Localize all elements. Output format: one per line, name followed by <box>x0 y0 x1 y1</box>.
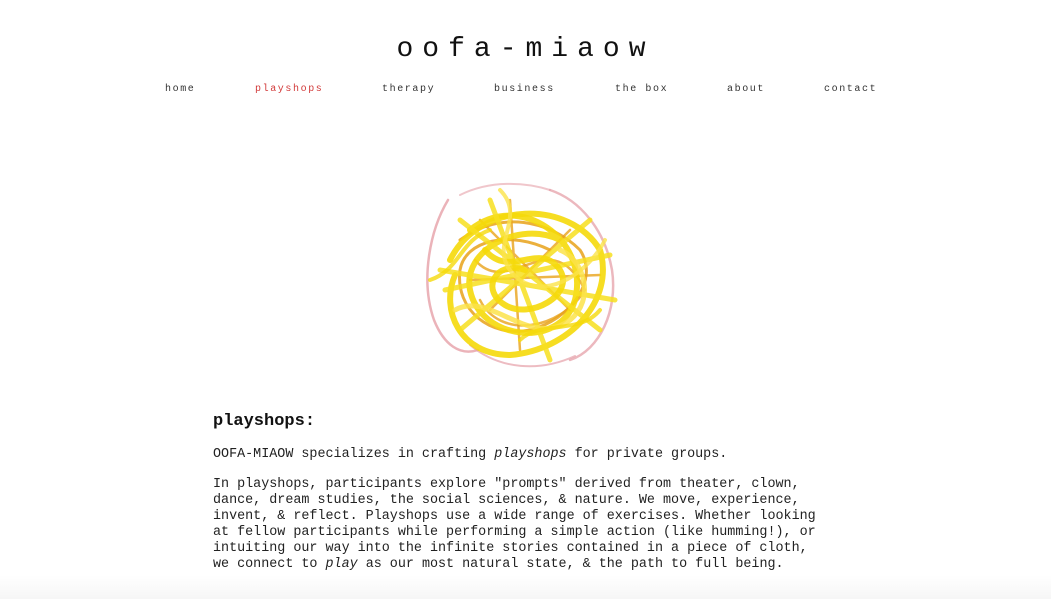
yellow-scribble-drawing-icon <box>426 182 618 368</box>
nav-playshops[interactable]: playshops <box>255 84 323 95</box>
nav-business[interactable]: business <box>494 84 555 95</box>
playshops-content: playshops: OOFA-MIAOW specializes in cra… <box>213 412 823 587</box>
nav-contact[interactable]: contact <box>824 84 877 95</box>
section-heading: playshops: <box>213 412 316 431</box>
body-paragraph: In playshops, participants explore "prom… <box>213 477 816 572</box>
main-nav: home playshops therapy business the box … <box>0 84 1051 98</box>
nav-about[interactable]: about <box>727 84 765 95</box>
intro-paragraph: OOFA-MIAOW specializes in crafting plays… <box>213 447 728 462</box>
nav-home[interactable]: home <box>165 84 195 95</box>
nav-therapy[interactable]: therapy <box>382 84 435 95</box>
site-title[interactable]: oofa-miaow <box>0 34 1051 65</box>
hero-scribble-image <box>400 160 640 390</box>
bottom-fade <box>0 575 1051 599</box>
nav-the-box[interactable]: the box <box>615 84 668 95</box>
